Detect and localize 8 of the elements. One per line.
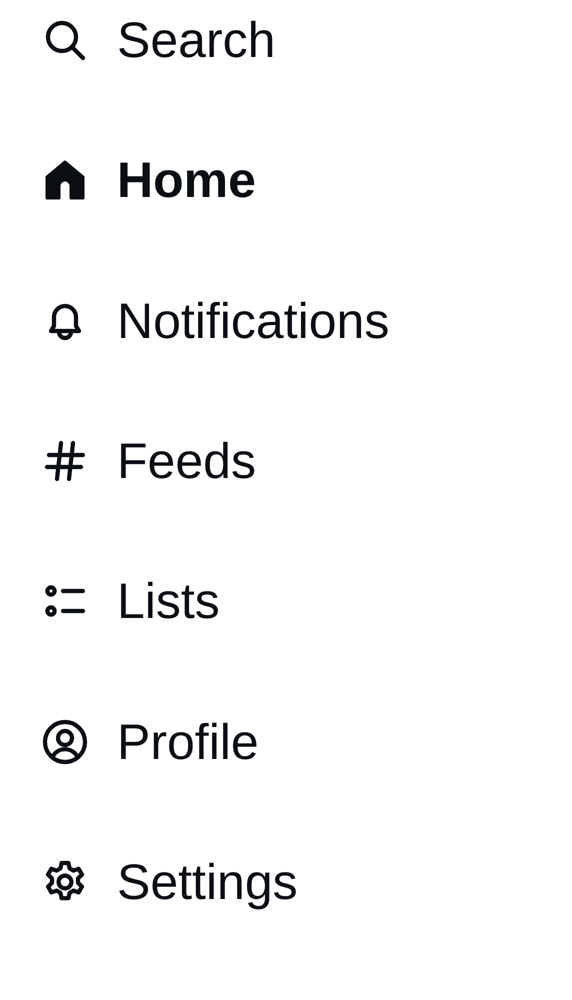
menu-item[interactable]: Lists [0,531,572,672]
menu-item[interactable]: Feeds [0,390,572,532]
menu-item[interactable]: Settings [0,812,572,952]
profile-icon [41,718,89,766]
menu-item[interactable]: Profile [0,671,572,812]
menu-item[interactable]: Search [0,0,572,110]
menu-item[interactable]: Notifications [0,250,572,391]
menu-item[interactable]: Home [0,110,572,251]
